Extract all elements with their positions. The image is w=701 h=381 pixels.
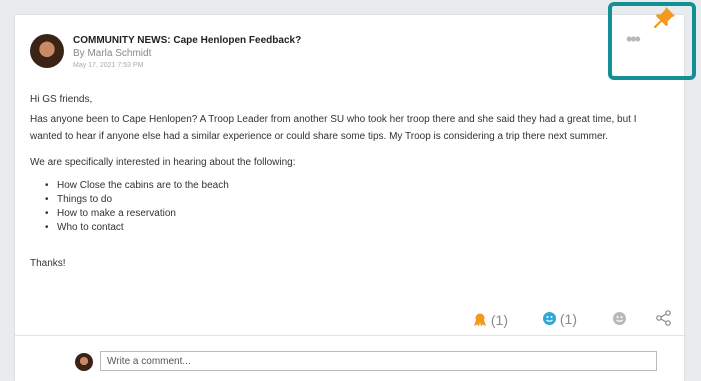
emoji-icon — [613, 312, 626, 325]
smile-reaction[interactable]: (1) — [543, 311, 577, 327]
list-item: Who to contact — [45, 221, 229, 235]
smile-icon — [543, 312, 556, 325]
post-card: COMMUNITY NEWS: Cape Henlopen Feedback? … — [15, 15, 684, 381]
share-icon[interactable] — [655, 309, 673, 327]
post-interest-line: We are specifically interested in hearin… — [30, 157, 296, 168]
post-date: May 17, 2021 7:53 PM — [73, 62, 144, 69]
list-item: Things to do — [45, 193, 229, 207]
post-title[interactable]: COMMUNITY NEWS: Cape Henlopen Feedback? — [73, 35, 301, 46]
award-ribbon-icon — [473, 313, 487, 327]
highlight-box — [608, 2, 696, 80]
comment-input[interactable] — [100, 351, 657, 371]
commenter-avatar — [75, 353, 93, 371]
post-author[interactable]: By Marla Schmidt — [73, 48, 151, 59]
badge-reaction[interactable]: (1) — [473, 311, 508, 328]
post-closing: Thanks! — [30, 258, 66, 269]
author-avatar[interactable] — [30, 34, 64, 68]
bullet-list: How Close the cabins are to the beach Th… — [45, 179, 229, 235]
add-reaction-button[interactable] — [613, 311, 626, 327]
smile-count: (1) — [559, 311, 578, 327]
divider — [15, 335, 684, 336]
badge-count: (1) — [490, 312, 509, 328]
post-greeting: Hi GS friends, — [30, 94, 93, 105]
list-item: How Close the cabins are to the beach — [45, 179, 229, 193]
list-item: How to make a reservation — [45, 207, 229, 221]
post-paragraph: Has anyone been to Cape Henlopen? A Troo… — [30, 114, 637, 142]
